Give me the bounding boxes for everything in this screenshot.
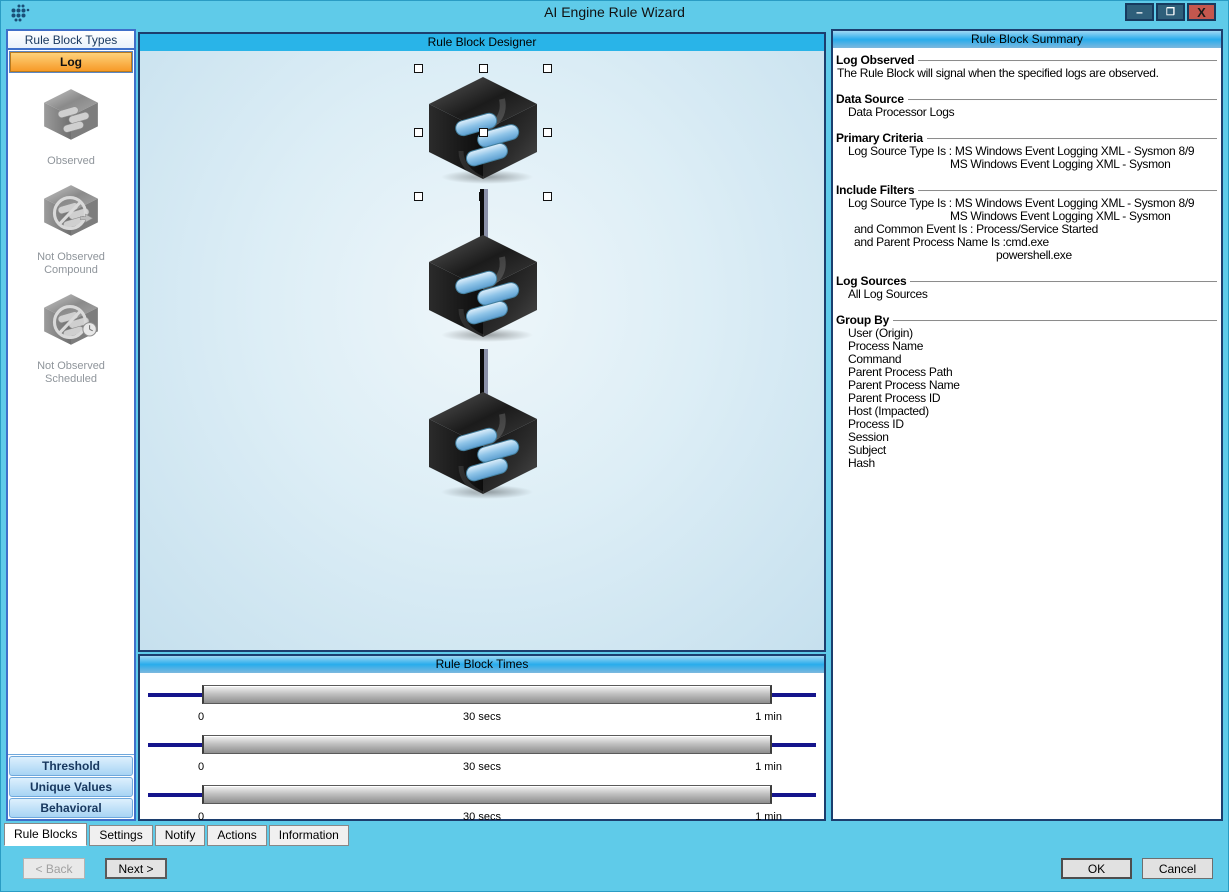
window-controls: – ❐ X <box>1125 3 1216 21</box>
tick-mid: 30 secs <box>140 761 824 773</box>
block-type-observed[interactable]: Observed <box>40 72 102 168</box>
ai-engine-rule-wizard-window: AI Engine Rule Wizard – ❐ X Rule Block T… <box>0 0 1229 892</box>
block-type-not-observed-scheduled[interactable]: Not Observed Scheduled <box>37 277 105 386</box>
section-title: Log Observed <box>836 53 914 67</box>
selection-handle[interactable] <box>414 64 423 73</box>
selection-handle[interactable] <box>414 128 423 137</box>
window-title: AI Engine Rule Wizard <box>1 4 1228 20</box>
tick-mid: 30 secs <box>140 711 824 723</box>
threshold-category-button[interactable]: Threshold <box>9 756 133 776</box>
wizard-footer: < Back Next > OK Cancel <box>1 846 1228 892</box>
tick-max: 1 min <box>755 761 782 773</box>
section-title: Log Sources <box>836 274 906 288</box>
wizard-tab-strip: Rule Blocks Settings Notify Actions Info… <box>4 823 351 846</box>
block-type-label: Not Observed <box>37 251 105 263</box>
cancel-button[interactable]: Cancel <box>1142 858 1213 879</box>
time-slider-3: 0 30 secs 1 min <box>140 779 824 825</box>
summary-line: MS Windows Event Logging XML - Sysmon <box>836 158 1217 171</box>
maximize-button[interactable]: ❐ <box>1156 3 1185 21</box>
time-slider-2: 0 30 secs 1 min <box>140 729 824 775</box>
log-block-type-list: Observed Not Observed Compound <box>8 72 134 386</box>
selection-handle[interactable] <box>479 128 488 137</box>
rule-block-times-panel: Rule Block Times 0 30 secs 1 min 0 30 se… <box>138 654 826 821</box>
tab-rule-blocks[interactable]: Rule Blocks <box>4 823 87 846</box>
slider-range-handle[interactable] <box>202 735 772 754</box>
not-observed-compound-cube-icon <box>40 182 102 245</box>
section-rule <box>910 281 1217 283</box>
unique-values-category-button[interactable]: Unique Values <box>9 777 133 797</box>
rule-block-summary-panel: Rule Block Summary Log Observed The Rule… <box>831 29 1223 821</box>
summary-line: powershell.exe <box>836 249 1217 262</box>
rule-block-times-body: 0 30 secs 1 min 0 30 secs 1 min 0 30 sec… <box>140 673 824 821</box>
summary-line: All Log Sources <box>836 288 1217 301</box>
rule-block-times-header: Rule Block Times <box>140 656 824 673</box>
slider-range-handle[interactable] <box>202 685 772 704</box>
tick-mid: 30 secs <box>140 811 824 823</box>
slider-range-handle[interactable] <box>202 785 772 804</box>
section-title: Primary Criteria <box>836 131 923 145</box>
group-by-item: Subject <box>836 444 1217 457</box>
section-rule <box>927 138 1217 140</box>
section-rule <box>908 99 1217 101</box>
back-button[interactable]: < Back <box>23 858 85 879</box>
section-rule <box>918 60 1217 62</box>
selection-handle[interactable] <box>543 64 552 73</box>
close-button[interactable]: X <box>1187 3 1216 21</box>
tick-max: 1 min <box>755 711 782 723</box>
section-title: Include Filters <box>836 183 914 197</box>
rule-block-summary-header: Rule Block Summary <box>833 31 1221 48</box>
summary-section-include-filters: Include Filters Log Source Type Is : MS … <box>836 183 1217 262</box>
selection-handle[interactable] <box>543 128 552 137</box>
ok-button[interactable]: OK <box>1061 858 1132 879</box>
rule-block-summary-body: Log Observed The Rule Block will signal … <box>833 48 1221 470</box>
selection-handle[interactable] <box>414 192 423 201</box>
block-type-label2: Scheduled <box>45 373 97 385</box>
summary-line: The Rule Block will signal when the spec… <box>836 67 1217 80</box>
summary-section-group-by: Group By User (Origin) Process Name Comm… <box>836 313 1217 470</box>
titlebar[interactable]: AI Engine Rule Wizard – ❐ X <box>1 1 1228 23</box>
rule-block-2-cube[interactable] <box>423 231 543 343</box>
summary-section-log-sources: Log Sources All Log Sources <box>836 274 1217 301</box>
section-title: Data Source <box>836 92 904 106</box>
rule-block-types-header: Rule Block Types <box>8 31 134 50</box>
summary-section-primary-criteria: Primary Criteria Log Source Type Is : MS… <box>836 131 1217 171</box>
not-observed-scheduled-cube-icon <box>40 291 102 354</box>
summary-section-data-source: Data Source Data Processor Logs <box>836 92 1217 119</box>
tab-settings[interactable]: Settings <box>89 825 152 846</box>
rule-block-types-panel: Rule Block Types Log Observed <box>6 29 136 821</box>
rule-block-designer-header: Rule Block Designer <box>140 34 824 51</box>
selection-handle[interactable] <box>479 64 488 73</box>
section-title: Group By <box>836 313 889 327</box>
block-type-label: Not Observed <box>37 360 105 372</box>
summary-section-log-observed: Log Observed The Rule Block will signal … <box>836 53 1217 80</box>
section-rule <box>893 320 1217 322</box>
block-type-label2: Compound <box>44 264 98 276</box>
tick-max: 1 min <box>755 811 782 823</box>
next-button[interactable]: Next > <box>105 858 167 879</box>
log-type-button[interactable]: Log <box>10 52 132 72</box>
tab-information[interactable]: Information <box>269 825 349 846</box>
block-type-not-observed-compound[interactable]: Not Observed Compound <box>37 168 105 277</box>
rule-block-type-category-buttons: Threshold Unique Values Behavioral <box>8 754 134 819</box>
rule-block-3-cube[interactable] <box>423 388 543 500</box>
group-by-item: Process ID <box>836 418 1217 431</box>
group-by-item: Session <box>836 431 1217 444</box>
tab-notify[interactable]: Notify <box>155 825 206 846</box>
designer-canvas[interactable] <box>140 51 824 650</box>
selection-handle[interactable] <box>543 192 552 201</box>
minimize-button[interactable]: – <box>1125 3 1154 21</box>
behavioral-category-button[interactable]: Behavioral <box>9 798 133 818</box>
observed-cube-icon <box>40 86 102 149</box>
time-slider-1: 0 30 secs 1 min <box>140 679 824 725</box>
tab-actions[interactable]: Actions <box>207 825 266 846</box>
summary-line: Data Processor Logs <box>836 106 1217 119</box>
group-by-item: Hash <box>836 457 1217 470</box>
rule-block-designer-panel: Rule Block Designer <box>138 32 826 652</box>
block-type-label: Observed <box>47 155 95 167</box>
section-rule <box>918 190 1217 192</box>
